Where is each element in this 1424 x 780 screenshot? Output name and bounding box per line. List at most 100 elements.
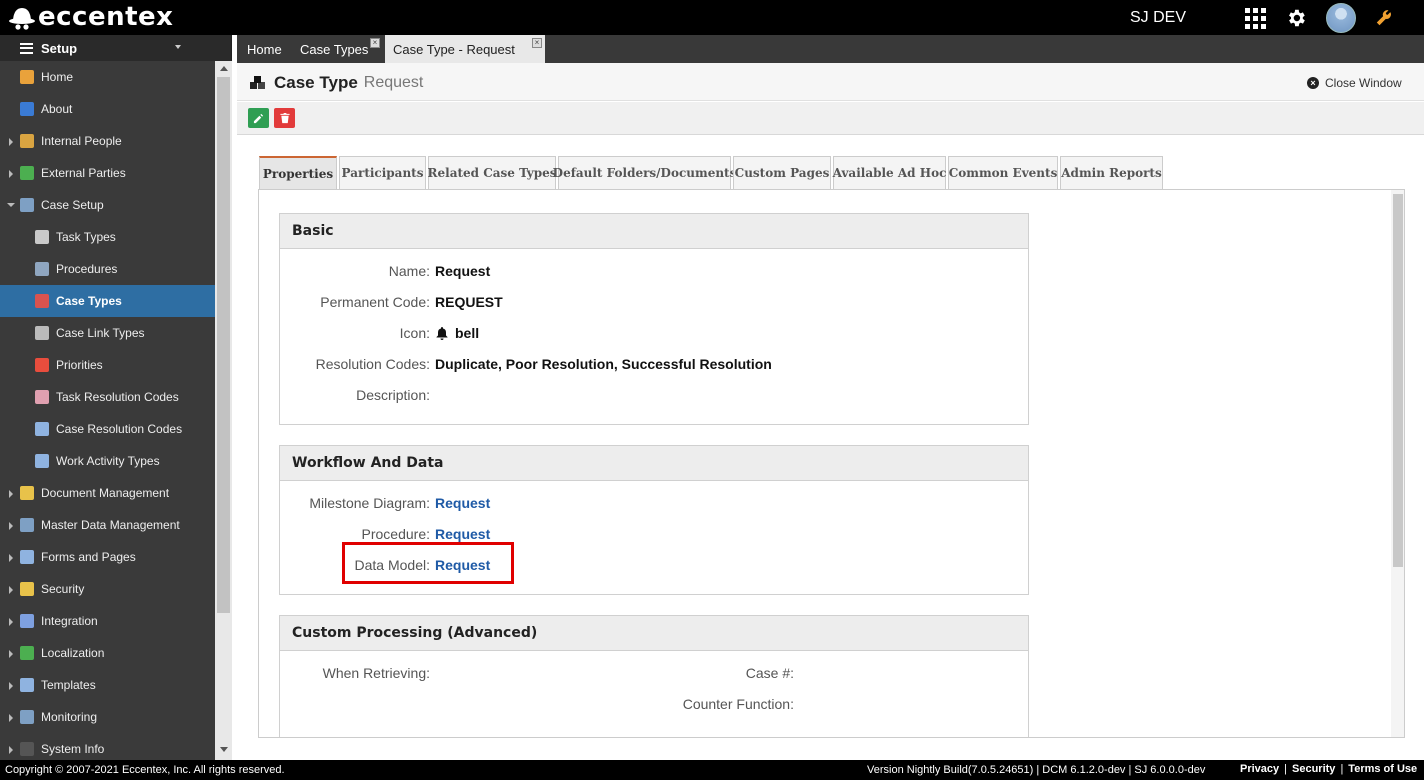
sidebar-item-task-types[interactable]: Task Types <box>0 221 215 253</box>
scrollbar-thumb[interactable] <box>217 77 230 613</box>
scroll-up-icon[interactable] <box>220 66 228 71</box>
scrollbar-thumb[interactable] <box>1393 194 1403 567</box>
sidebar-scrollbar[interactable] <box>215 61 232 760</box>
sidebar-item-case-link-types[interactable]: Case Link Types <box>0 317 215 349</box>
milestone-diagram-link[interactable]: Request <box>435 495 490 511</box>
lock-icon <box>20 582 34 596</box>
expand-arrow-icon[interactable] <box>9 170 13 178</box>
terms-link[interactable]: Terms of Use <box>1348 763 1417 775</box>
logo-text: eccentex <box>38 2 174 32</box>
sidebar-item-internal-people[interactable]: Internal People <box>0 125 215 157</box>
forms-icon <box>20 550 34 564</box>
sidebar-header-label: Setup <box>41 40 78 56</box>
tab-common-events[interactable]: Common Events <box>948 156 1058 189</box>
sidebar-item-priorities[interactable]: Priorities <box>0 349 215 381</box>
wrench-icon[interactable] <box>1375 9 1393 27</box>
security-link[interactable]: Security <box>1292 763 1335 775</box>
integration-icon <box>20 614 34 628</box>
close-tab-icon[interactable]: × <box>370 38 380 48</box>
sidebar-item-about[interactable]: About <box>0 93 215 125</box>
expand-arrow-icon[interactable] <box>9 618 13 626</box>
expand-arrow-icon[interactable] <box>9 138 13 146</box>
user-name[interactable]: SJ DEV <box>1130 9 1186 27</box>
tab-available-ad-hoc[interactable]: Available Ad Hoc <box>833 156 946 189</box>
sidebar-item-case-setup[interactable]: Case Setup <box>0 189 215 221</box>
sidebar-item-security[interactable]: Security <box>0 573 215 605</box>
sidebar-item-monitoring[interactable]: Monitoring <box>0 701 215 733</box>
case-number-label: Case #: <box>745 665 794 681</box>
page-title-text: Case Type <box>274 73 358 92</box>
expand-arrow-icon[interactable] <box>9 714 13 722</box>
info-icon <box>20 102 34 116</box>
sidebar-item-case-types[interactable]: Case Types <box>0 285 215 317</box>
expand-arrow-icon[interactable] <box>9 682 13 690</box>
footer: Copyright © 2007-2021 Eccentex, Inc. All… <box>0 760 1424 780</box>
milestone-diagram-label: Milestone Diagram: <box>309 495 430 511</box>
sidebar-item-label: Case Link Types <box>56 326 145 340</box>
delete-button[interactable] <box>274 108 295 128</box>
sidebar-item-forms-and-pages[interactable]: Forms and Pages <box>0 541 215 573</box>
sidebar-item-procedures[interactable]: Procedures <box>0 253 215 285</box>
expanded-arrow-icon[interactable] <box>7 203 15 207</box>
edit-button[interactable] <box>248 108 269 128</box>
sidebar-item-document-management[interactable]: Document Management <box>0 477 215 509</box>
tab-label: Case Type - Request <box>393 41 515 57</box>
expand-arrow-icon[interactable] <box>9 746 13 754</box>
page-header: Case Type Request × Close Window <box>237 63 1424 101</box>
logo[interactable]: eccentex <box>8 2 173 33</box>
tab-participants[interactable]: Participants <box>339 156 426 189</box>
sidebar-item-integration[interactable]: Integration <box>0 605 215 637</box>
tab-admin-reports[interactable]: Admin Reports <box>1060 156 1163 189</box>
tab-case-type-request[interactable]: Case Type - Request <box>385 35 545 63</box>
sidebar-item-label: Task Resolution Codes <box>56 390 179 404</box>
procedure-link[interactable]: Request <box>435 526 490 542</box>
sidebar-item-label: Case Resolution Codes <box>56 422 183 436</box>
sidebar-item-external-parties[interactable]: External Parties <box>0 157 215 189</box>
content-scrollbar[interactable] <box>1391 190 1404 737</box>
tab-properties[interactable]: Properties <box>259 156 337 190</box>
permanent-code-value: REQUEST <box>435 294 503 310</box>
expand-arrow-icon[interactable] <box>9 650 13 658</box>
privacy-link[interactable]: Privacy <box>1240 763 1279 775</box>
sidebar-item-master-data-management[interactable]: Master Data Management <box>0 509 215 541</box>
sidebar-item-home[interactable]: Home <box>0 61 215 93</box>
tab-related-case-types[interactable]: Related Case Types <box>428 156 556 189</box>
apps-grid-icon[interactable] <box>1245 8 1266 29</box>
expand-arrow-icon[interactable] <box>9 490 13 498</box>
sidebar-item-label: Master Data Management <box>41 518 180 532</box>
scroll-down-icon[interactable] <box>220 747 228 752</box>
caret-down-icon <box>175 45 181 49</box>
sidebar-item-templates[interactable]: Templates <box>0 669 215 701</box>
tab-home[interactable]: Home <box>239 35 290 63</box>
expand-arrow-icon[interactable] <box>9 522 13 530</box>
sidebar-item-label: Templates <box>41 678 96 692</box>
highlight-box <box>342 542 514 584</box>
sidebar-item-label: Security <box>41 582 85 596</box>
sidebar-item-label: Priorities <box>56 358 103 372</box>
close-tab-icon[interactable]: × <box>532 38 542 48</box>
icon-value-text: bell <box>455 325 480 341</box>
table-icon <box>20 518 34 532</box>
page-subtitle: Request <box>363 74 424 91</box>
icon-label: Icon: <box>399 325 430 341</box>
sidebar-item-localization[interactable]: Localization <box>0 637 215 669</box>
sidebar-item-work-activity-types[interactable]: Work Activity Types <box>0 445 215 477</box>
expand-arrow-icon[interactable] <box>9 554 13 562</box>
monitor-icon <box>20 710 34 724</box>
procedures-icon <box>35 262 49 276</box>
footer-links: Privacy | Security | Terms of Use <box>1240 763 1418 775</box>
sidebar-item-task-resolution-codes[interactable]: Task Resolution Codes <box>0 381 215 413</box>
hamburger-icon <box>20 42 33 54</box>
tab-custom-pages[interactable]: Custom Pages <box>733 156 831 189</box>
priorities-icon <box>35 358 49 372</box>
gear-icon[interactable] <box>1285 7 1307 29</box>
sidebar-header[interactable]: Setup <box>0 35 231 61</box>
tab-default-folders-documents[interactable]: Default Folders/Documents <box>553 156 736 189</box>
counter-function-label: Counter Function: <box>682 696 794 712</box>
user-avatar[interactable] <box>1326 3 1356 33</box>
close-window-button[interactable]: × Close Window <box>1307 76 1402 90</box>
tab-case-types[interactable]: Case Types <box>292 35 376 63</box>
sidebar-item-case-resolution-codes[interactable]: Case Resolution Codes <box>0 413 215 445</box>
expand-arrow-icon[interactable] <box>9 586 13 594</box>
case-type-icon <box>250 76 265 89</box>
